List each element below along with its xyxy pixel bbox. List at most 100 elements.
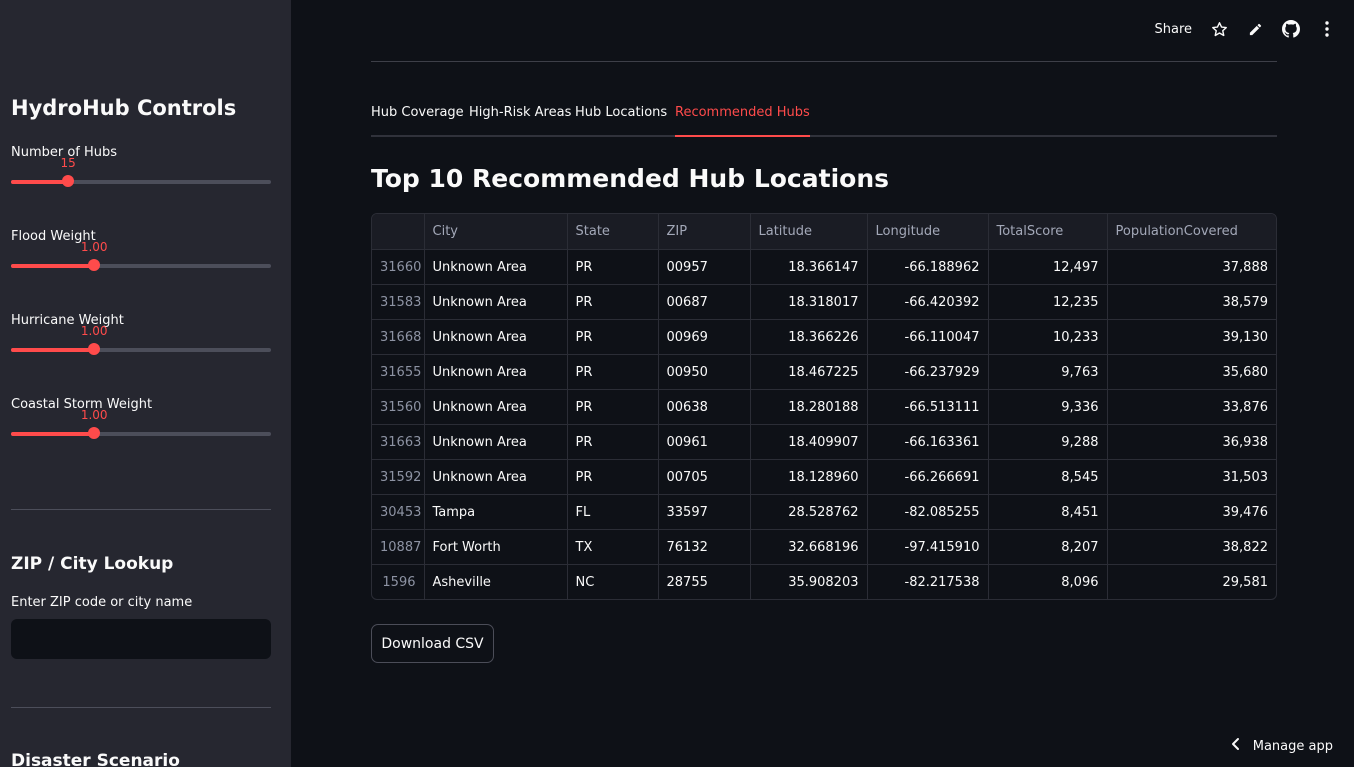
table-cell[interactable]: 76132 <box>658 529 751 565</box>
table-cell[interactable]: 18.366226 <box>750 319 868 355</box>
table-cell[interactable]: 18.128960 <box>750 459 868 495</box>
manage-app-button[interactable]: Manage app <box>1231 737 1333 755</box>
table-cell[interactable]: 9,288 <box>988 424 1108 460</box>
table-cell[interactable]: Unknown Area <box>424 284 568 320</box>
table-cell[interactable]: 12,497 <box>988 249 1108 285</box>
table-cell[interactable]: -66.110047 <box>867 319 989 355</box>
table-row[interactable]: 1596 Asheville NC 28755 35.908203 -82.217538 8… <box>372 564 1276 600</box>
table-cell[interactable]: 38,579 <box>1107 284 1276 320</box>
more-vertical-icon[interactable] <box>1318 20 1336 38</box>
table-cell[interactable]: 35.908203 <box>750 564 868 599</box>
tab-hub-coverage[interactable]: Hub Coverage <box>371 104 464 135</box>
column-header-totalscore[interactable]: TotalScore <box>988 214 1108 250</box>
column-header-latitude[interactable]: Latitude <box>750 214 868 250</box>
column-header-state[interactable]: State <box>567 214 659 250</box>
table-cell[interactable]: 18.409907 <box>750 424 868 460</box>
download-csv-button[interactable]: Download CSV <box>371 624 494 663</box>
table-cell[interactable]: 00687 <box>658 284 751 320</box>
table-cell[interactable]: PR <box>567 459 659 495</box>
table-row[interactable]: 31660 Unknown Area PR 00957 18.366147 -66.188… <box>372 249 1276 285</box>
table-cell[interactable]: PR <box>567 424 659 460</box>
row-index-cell[interactable]: 31655 <box>372 354 425 390</box>
table-row[interactable]: 31592 Unknown Area PR 00705 18.128960 -66.266… <box>372 459 1276 495</box>
table-cell[interactable]: TX <box>567 529 659 565</box>
row-index-cell[interactable]: 31583 <box>372 284 425 320</box>
column-header-city[interactable]: City <box>424 214 568 250</box>
table-cell[interactable]: 28.528762 <box>750 494 868 530</box>
table-cell[interactable]: 39,476 <box>1107 494 1276 530</box>
table-cell[interactable]: 00961 <box>658 424 751 460</box>
star-icon[interactable] <box>1210 20 1228 38</box>
table-row[interactable]: 30453 Tampa FL 33597 28.528762 -82.085255 8,45… <box>372 494 1276 530</box>
table-cell[interactable]: 18.467225 <box>750 354 868 390</box>
table-cell[interactable]: -97.415910 <box>867 529 989 565</box>
table-cell[interactable]: Unknown Area <box>424 459 568 495</box>
table-row[interactable]: 31583 Unknown Area PR 00687 18.318017 -66.420… <box>372 284 1276 320</box>
table-cell[interactable]: Unknown Area <box>424 249 568 285</box>
table-cell[interactable]: 33597 <box>658 494 751 530</box>
slider-track[interactable]: 1.00 <box>11 324 271 355</box>
table-cell[interactable]: 00950 <box>658 354 751 390</box>
table-cell[interactable]: 00638 <box>658 389 751 425</box>
table-cell[interactable]: 12,235 <box>988 284 1108 320</box>
table-cell[interactable]: PR <box>567 319 659 355</box>
table-cell[interactable]: 9,336 <box>988 389 1108 425</box>
table-cell[interactable]: Fort Worth <box>424 529 568 565</box>
table-cell[interactable]: PR <box>567 389 659 425</box>
table-cell[interactable]: Unknown Area <box>424 424 568 460</box>
slider-track[interactable]: 1.00 <box>11 240 271 271</box>
pencil-icon[interactable] <box>1246 20 1264 38</box>
table-cell[interactable]: PR <box>567 249 659 285</box>
table-cell[interactable]: 36,938 <box>1107 424 1276 460</box>
row-index-cell[interactable]: 31560 <box>372 389 425 425</box>
column-header-zip[interactable]: ZIP <box>658 214 751 250</box>
table-cell[interactable]: -66.420392 <box>867 284 989 320</box>
column-header-populationcovered[interactable]: PopulationCovered <box>1107 214 1276 250</box>
table-cell[interactable]: 31,503 <box>1107 459 1276 495</box>
table-cell[interactable]: 37,888 <box>1107 249 1276 285</box>
table-cell[interactable]: Unknown Area <box>424 354 568 390</box>
table-cell[interactable]: -82.217538 <box>867 564 989 599</box>
github-icon[interactable] <box>1282 20 1300 38</box>
table-cell[interactable]: 39,130 <box>1107 319 1276 355</box>
table-row[interactable]: 31668 Unknown Area PR 00969 18.366226 -66.110… <box>372 319 1276 355</box>
table-cell[interactable]: Asheville <box>424 564 568 599</box>
tab-high-risk-areas[interactable]: High-Risk Areas <box>469 104 571 135</box>
table-cell[interactable]: Unknown Area <box>424 319 568 355</box>
table-cell[interactable]: Tampa <box>424 494 568 530</box>
table-cell[interactable]: 18.366147 <box>750 249 868 285</box>
table-cell[interactable]: 28755 <box>658 564 751 599</box>
table-row[interactable]: 31560 Unknown Area PR 00638 18.280188 -66.513… <box>372 389 1276 425</box>
table-cell[interactable]: 8,451 <box>988 494 1108 530</box>
table-cell[interactable]: -82.085255 <box>867 494 989 530</box>
table-cell[interactable]: 18.318017 <box>750 284 868 320</box>
table-cell[interactable]: -66.266691 <box>867 459 989 495</box>
row-index-cell[interactable]: 10887 <box>372 529 425 565</box>
table-row[interactable]: 31663 Unknown Area PR 00961 18.409907 -66.163… <box>372 424 1276 460</box>
table-cell[interactable]: NC <box>567 564 659 599</box>
tab-recommended-hubs[interactable]: Recommended Hubs <box>675 104 810 137</box>
table-cell[interactable]: PR <box>567 284 659 320</box>
slider-thumb[interactable] <box>88 259 101 271</box>
table-cell[interactable]: 10,233 <box>988 319 1108 355</box>
tab-hub-locations[interactable]: Hub Locations <box>575 104 667 135</box>
zip-city-input[interactable] <box>11 619 271 659</box>
slider-thumb[interactable] <box>88 343 101 355</box>
table-row[interactable]: 10887 Fort Worth TX 76132 32.668196 -97.41591… <box>372 529 1276 565</box>
table-cell[interactable]: 35,680 <box>1107 354 1276 390</box>
table-cell[interactable]: -66.188962 <box>867 249 989 285</box>
row-index-cell[interactable]: 1596 <box>372 564 425 599</box>
table-cell[interactable]: 00705 <box>658 459 751 495</box>
table-cell[interactable]: 18.280188 <box>750 389 868 425</box>
table-cell[interactable]: 8,207 <box>988 529 1108 565</box>
column-header-longitude[interactable]: Longitude <box>867 214 989 250</box>
column-header-index[interactable] <box>372 214 425 250</box>
table-cell[interactable]: 00969 <box>658 319 751 355</box>
row-index-cell[interactable]: 30453 <box>372 494 425 530</box>
slider-track[interactable]: 1.00 <box>11 408 271 439</box>
slider-thumb[interactable] <box>88 427 101 439</box>
table-cell[interactable]: 29,581 <box>1107 565 1276 600</box>
table-cell[interactable]: 8,545 <box>988 459 1108 495</box>
row-index-cell[interactable]: 31663 <box>372 424 425 460</box>
table-cell[interactable]: 32.668196 <box>750 529 868 565</box>
